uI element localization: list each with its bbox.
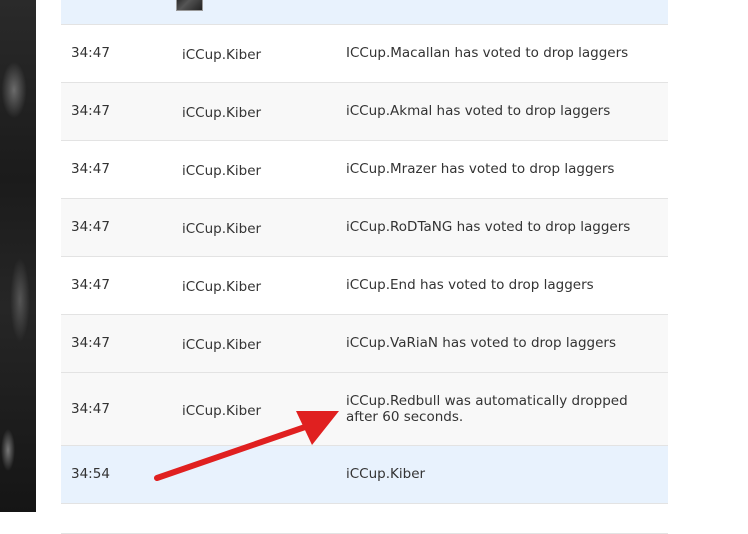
table-row: 34:47 iCCup.Kiber iCCup.End has voted to… [61, 256, 668, 314]
message-cell: iCCup.VaRiaN has voted to drop laggers [346, 335, 616, 351]
time-cell [61, 0, 182, 24]
player-cell [176, 0, 346, 24]
player-cell: iCCup.Kiber [182, 47, 262, 63]
player-cell: iCCup.Kiber [182, 105, 262, 121]
player-cell: iCCup.Kiber [182, 279, 262, 295]
message-cell: iCCup.End has voted to drop laggers [346, 277, 594, 293]
time-cell: 34:47 [71, 103, 110, 119]
message-cell: iCCup.Redbull was automatically dropped … [346, 392, 628, 425]
table-row: 34:47 iCCup.Kiber iCCup.VaRiaN has voted… [61, 314, 668, 372]
player-cell: iCCup.Kiber [182, 337, 262, 353]
time-cell: 34:47 [71, 335, 110, 351]
time-cell: 34:47 [71, 219, 110, 235]
background-artwork [0, 0, 36, 512]
player-cell: iCCup.Kiber [182, 221, 262, 237]
table-row [61, 503, 668, 533]
message-cell: iCCup.RoDTaNG has voted to drop laggers [346, 219, 631, 235]
time-cell: 34:54 [71, 466, 110, 482]
player-cell [182, 445, 346, 503]
player-cell [182, 503, 346, 533]
table-row: 34:47 iCCup.Kiber iCCup.Redbull was auto… [61, 372, 668, 445]
chat-log-table: 34:47 iCCup.Kiber ICCup.Macallan has vot… [61, 0, 668, 534]
player-cell: iCCup.Kiber [182, 163, 262, 179]
message-cell: iCCup.Mrazer has voted to drop laggers [346, 161, 615, 177]
table-row: 34:47 iCCup.Kiber iCCup.Mrazer has voted… [61, 140, 668, 198]
time-cell [61, 503, 182, 533]
time-cell: 34:47 [71, 161, 110, 177]
time-cell: 34:47 [71, 277, 110, 293]
table-row: 34:47 iCCup.Kiber iCCup.RoDTaNG has vote… [61, 198, 668, 256]
table-row: 34:47 iCCup.Kiber ICCup.Macallan has vot… [61, 24, 668, 82]
avatar [176, 0, 203, 12]
player-cell: iCCup.Kiber [182, 402, 262, 419]
table-row: 34:47 iCCup.Kiber iCCup.Akmal has voted … [61, 82, 668, 140]
table-row [61, 0, 668, 24]
message-cell [346, 0, 668, 24]
message-cell: iCCup.Akmal has voted to drop laggers [346, 103, 611, 119]
message-cell: iCCup.Kiber [346, 466, 426, 482]
time-cell: 34:47 [71, 45, 110, 61]
time-cell: 34:47 [71, 400, 110, 417]
table-row: 34:54 iCCup.Kiber [61, 445, 668, 503]
message-cell: ICCup.Macallan has voted to drop laggers [346, 45, 629, 61]
message-cell [346, 503, 668, 533]
